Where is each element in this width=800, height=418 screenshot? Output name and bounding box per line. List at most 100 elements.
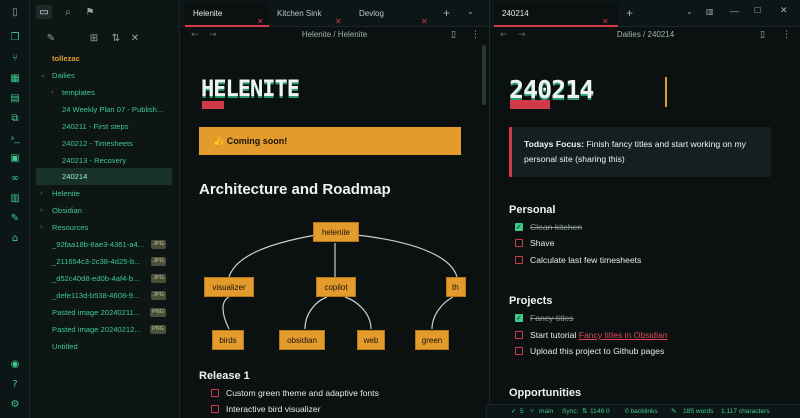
sidebar-right-icon[interactable]: ▥ (706, 7, 714, 16)
reading-view-icon[interactable]: ▯ (760, 30, 765, 40)
task-text: Calculate last few timesheets (530, 255, 642, 265)
tree-label: templates (62, 88, 95, 97)
folder-resources[interactable]: › Resources (30, 219, 180, 236)
calendar-icon[interactable]: ▤ (8, 91, 22, 105)
grid-icon[interactable]: ▦ (8, 71, 22, 85)
task-item[interactable]: Start tutorial Fancy titles in Obsidian (515, 328, 668, 342)
file-weekly-plan[interactable]: 24 Weekly Plan 07 - Publish... (30, 101, 180, 118)
scrollbar[interactable] (482, 45, 486, 105)
file-240212[interactable]: 240212 - Timesheets (30, 135, 180, 152)
diagram-node-green: green (415, 330, 449, 350)
backlinks-count[interactable]: 0 backlinks (625, 405, 658, 418)
files-tab-icon[interactable]: ▭ (36, 5, 52, 19)
reading-view-icon[interactable]: ▯ (451, 30, 456, 40)
settings-icon[interactable]: ⚙ (8, 397, 22, 411)
task-checkbox[interactable] (515, 311, 523, 325)
sync-arrows-icon: ⇅ (582, 407, 588, 415)
folder-helenite[interactable]: › Helenite (30, 185, 180, 202)
terminal-icon[interactable]: ›_ (8, 131, 22, 145)
task-item[interactable]: Upload this project to Github pages (515, 344, 664, 358)
search-icon[interactable]: ⌕ (60, 5, 76, 19)
task-item[interactable]: Calculate last few timesheets (515, 253, 641, 267)
new-tab-icon[interactable]: + (443, 6, 450, 20)
graph-icon[interactable]: ⑂ (8, 51, 22, 65)
tab-kitchen-sink[interactable]: Kitchen Sink ✕ (269, 2, 342, 27)
task-item[interactable]: Fancy titles (515, 311, 573, 325)
file-type-badge: JPG (151, 274, 166, 283)
tab-devlog[interactable]: Devlog ✕ (351, 2, 433, 27)
task-item[interactable]: Interactive bird visualizer (211, 402, 321, 416)
task-checkbox[interactable] (515, 347, 523, 355)
file-240214[interactable]: 240214 (36, 168, 172, 185)
tab-240214[interactable]: 240214 ✕ (494, 2, 618, 27)
file-image[interactable]: _211654c3-2c38-4d25-b... JPG (30, 253, 180, 270)
files-icon[interactable]: ❐ (8, 30, 22, 44)
folder-obsidian[interactable]: › Obsidian (30, 202, 180, 219)
bank-icon[interactable]: ⌂ (8, 231, 22, 245)
new-tab-icon[interactable]: + (626, 6, 633, 20)
file-image[interactable]: _92faa18b-8ae3-4361-a4... JPG (30, 236, 180, 253)
task-text: Fancy titles (530, 313, 574, 323)
collapse-all-icon[interactable]: ✕ (128, 31, 142, 45)
wrench-icon[interactable]: ✎ (8, 211, 22, 225)
sort-icon[interactable]: ⇅ (109, 31, 123, 45)
task-item[interactable]: Shave (515, 236, 554, 250)
maximize-icon[interactable]: ☐ (754, 6, 761, 15)
git-branch[interactable]: main (539, 405, 553, 418)
task-checkbox[interactable] (211, 405, 219, 413)
question-icon[interactable]: ? (8, 377, 22, 391)
copy-icon[interactable]: ⧉ (8, 111, 22, 125)
file-image[interactable]: Pasted image 20240211... PNG (30, 304, 180, 321)
task-text: Upload this project to Github pages (530, 346, 665, 356)
character-count: 1,117 characters (721, 408, 770, 415)
folder-templates[interactable]: › templates (30, 84, 180, 101)
more-options-icon[interactable]: ⋮ (782, 30, 791, 40)
sync-label[interactable]: Sync: (562, 405, 579, 418)
task-text: Interactive bird visualizer (226, 404, 321, 414)
tree-label: Pasted image 20240211... (52, 308, 141, 317)
folder-dailies[interactable]: ⌄ Dailies (30, 67, 180, 84)
edge-visualizer-helenite (228, 234, 317, 278)
tree-label: _92faa18b-8ae3-4361-a4... (52, 240, 145, 249)
sync-counts[interactable]: 1148 0 (590, 405, 610, 418)
chevron-down-icon[interactable]: ⌄ (686, 7, 693, 16)
file-240213[interactable]: 240213 - Recovery (30, 152, 180, 169)
task-checkbox[interactable] (515, 220, 523, 234)
file-image[interactable]: _defe113d-b538-4608-9... JPG (30, 287, 180, 304)
ribbon: ▯ ❐ ⑂ ▦ ▤ ⧉ ›_ ▣ ∞ ▥ ✎ ⌂ ◉ ? ⚙ (0, 0, 30, 418)
tree-label: Resources (52, 223, 89, 232)
folder-icon[interactable]: ▣ (8, 151, 22, 165)
file-image[interactable]: Pasted image 20240212... PNG (30, 321, 180, 338)
sidebar-toggle-icon[interactable]: ▯ (8, 5, 22, 19)
edit-icon[interactable]: ✎ (671, 405, 677, 418)
tree-label: 240213 - Recovery (62, 156, 127, 165)
minimize-icon[interactable]: — (730, 6, 739, 16)
task-checkbox[interactable] (515, 239, 523, 247)
internal-link[interactable]: Fancy titles in Obsidian (579, 330, 668, 340)
edge-obsidian-copilot (304, 296, 328, 330)
link-icon[interactable]: ∞ (8, 171, 22, 185)
task-checkbox[interactable] (515, 331, 523, 339)
new-folder-icon[interactable]: ⊞ (87, 31, 101, 45)
file-image[interactable]: _d52c40d8-ed0b-4af4-b... JPG (30, 270, 180, 287)
task-item[interactable]: Custom green theme and adaptive fonts (211, 386, 379, 400)
edge-green-th (431, 296, 454, 330)
panel-icon[interactable]: ▥ (8, 191, 22, 205)
task-item[interactable]: Clean kitchen (515, 220, 582, 234)
chevron-down-icon[interactable]: ⌄ (467, 7, 474, 16)
vault-name[interactable]: tollezac (30, 50, 180, 67)
diagram-node-helenite: helenite (313, 222, 359, 242)
more-options-icon[interactable]: ⋮ (471, 30, 480, 40)
tab-label: 240214 (502, 9, 529, 18)
tasks-count[interactable]: 5 (520, 405, 524, 418)
bookmark-icon[interactable]: ⚑ (82, 5, 98, 19)
file-untitled[interactable]: Untitled (30, 338, 180, 355)
tree-label: _d52c40d8-ed0b-4af4-b... (52, 274, 140, 283)
window-close-icon[interactable]: ✕ (780, 6, 788, 16)
help-icon[interactable]: ◉ (8, 357, 22, 371)
task-checkbox[interactable] (515, 256, 523, 264)
task-checkbox[interactable] (211, 389, 219, 397)
new-note-icon[interactable]: ✎ (44, 31, 58, 45)
file-240211[interactable]: 240211 - First steps (30, 118, 180, 135)
tab-helenite[interactable]: Helenite ✕ (185, 2, 269, 27)
